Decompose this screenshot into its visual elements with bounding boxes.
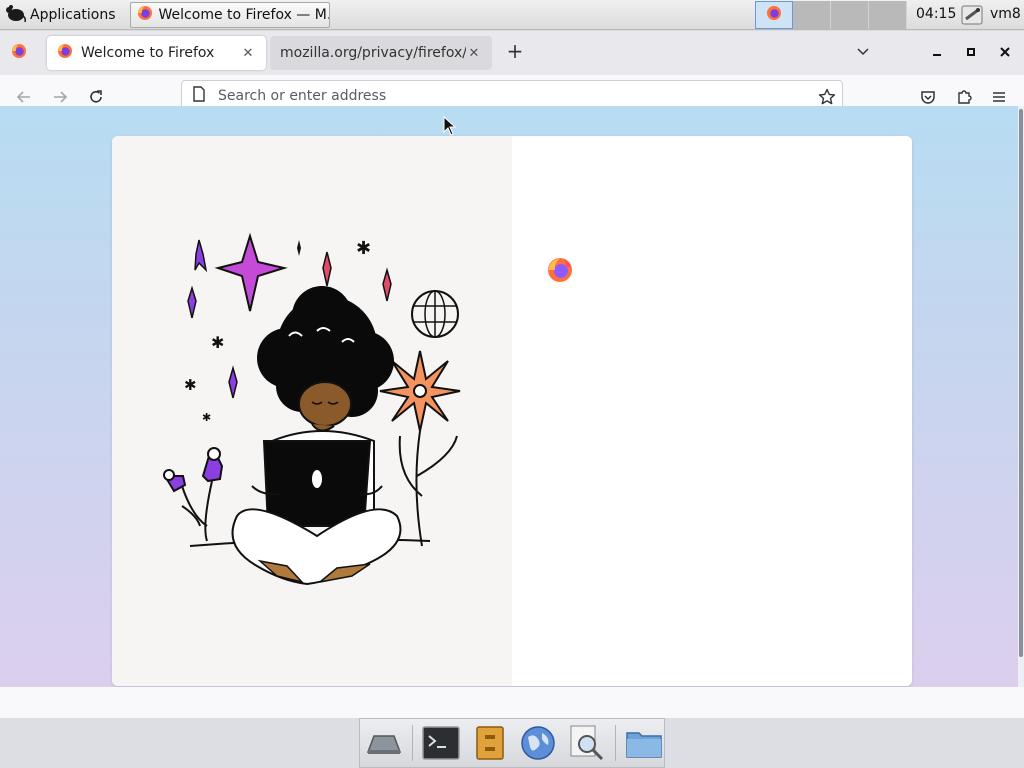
page-scrollbar[interactable] — [1018, 106, 1024, 687]
onboarding-card: ✱ ✱ ✱ ✱ — [112, 136, 912, 686]
maximize-button[interactable] — [960, 41, 982, 63]
dock-separator — [412, 725, 414, 761]
network-tray-icon[interactable] — [960, 3, 986, 27]
panel-clock[interactable]: 04:15 — [916, 6, 956, 22]
web-browser-icon[interactable] — [518, 722, 558, 764]
pocket-icon — [921, 91, 935, 104]
tab-label: mozilla.org/privacy/firefox/ — [280, 45, 466, 61]
new-tab-button[interactable]: + — [504, 41, 526, 63]
page-icon — [192, 86, 206, 106]
tab-welcome[interactable]: Welcome to Firefox ✕ — [47, 36, 266, 70]
close-window-button[interactable] — [994, 41, 1016, 63]
close-icon[interactable]: ✕ — [466, 46, 482, 61]
workspace-1[interactable] — [755, 1, 793, 29]
folder-icon[interactable] — [624, 722, 664, 764]
taskbar-window-button[interactable]: Welcome to Firefox — M... — [129, 1, 330, 28]
workspace-4[interactable] — [869, 1, 907, 29]
chevron-down-icon[interactable] — [855, 43, 871, 63]
svg-text:✱: ✱ — [356, 238, 371, 259]
firefox-view-button[interactable] — [0, 43, 38, 63]
back-button[interactable] — [13, 86, 35, 108]
arrow-right-icon — [54, 91, 68, 103]
applications-label: Applications — [30, 6, 116, 23]
mouse-cursor-icon — [443, 116, 457, 136]
top-panel: Applications Welcome to Firefox — M... 0… — [0, 0, 1024, 30]
xfce-mouse-icon — [4, 3, 26, 27]
app-menu-button[interactable] — [988, 86, 1010, 108]
extensions-button[interactable] — [953, 86, 975, 108]
tab-bar: Welcome to Firefox ✕ mozilla.org/privacy… — [0, 31, 1024, 75]
illustration-panel: ✱ ✱ ✱ ✱ — [112, 136, 512, 686]
scrollbar-thumb[interactable] — [1019, 109, 1023, 657]
onboarding-text-panel — [512, 136, 912, 686]
minimize-button[interactable] — [926, 41, 948, 63]
firefox-logo-icon — [547, 257, 573, 287]
terminal-icon[interactable] — [421, 722, 461, 764]
arrow-left-icon — [16, 91, 30, 103]
puzzle-icon — [958, 90, 972, 104]
firefox-icon — [11, 43, 27, 63]
close-icon[interactable]: ✕ — [240, 46, 256, 61]
forward-button[interactable] — [49, 86, 71, 108]
file-cabinet-icon[interactable] — [470, 722, 510, 764]
workspace-switcher — [755, 1, 907, 29]
hamburger-menu-icon — [993, 92, 1005, 102]
taskbar-window-title: Welcome to Firefox — M... — [158, 6, 330, 23]
reload-button[interactable] — [85, 86, 107, 108]
reload-icon — [90, 90, 102, 103]
show-desktop-icon[interactable] — [364, 722, 404, 764]
firefox-icon — [766, 5, 782, 25]
firefox-icon — [57, 43, 73, 63]
person-with-laptop-illustration: ✱ ✱ ✱ ✱ — [163, 232, 461, 586]
url-input[interactable]: Search or enter address — [218, 88, 386, 104]
svg-text:✱: ✱ — [202, 411, 211, 424]
applications-menu-button[interactable]: Applications — [0, 0, 124, 30]
page-content: ✱ ✱ ✱ ✱ — [0, 106, 1018, 687]
search-icon[interactable] — [566, 722, 606, 764]
workspace-3[interactable] — [831, 1, 869, 29]
tab-privacy[interactable]: mozilla.org/privacy/firefox/ ✕ — [270, 36, 492, 70]
svg-text:✱: ✱ — [184, 376, 197, 394]
workspace-2[interactable] — [793, 1, 831, 29]
svg-text:✱: ✱ — [211, 333, 224, 352]
pocket-button[interactable] — [917, 86, 939, 108]
firefox-icon — [137, 5, 153, 25]
panel-username[interactable]: vm8 — [990, 6, 1021, 22]
dock-launcher — [359, 718, 665, 768]
tab-label: Welcome to Firefox — [81, 45, 215, 61]
dock-separator — [614, 725, 616, 761]
